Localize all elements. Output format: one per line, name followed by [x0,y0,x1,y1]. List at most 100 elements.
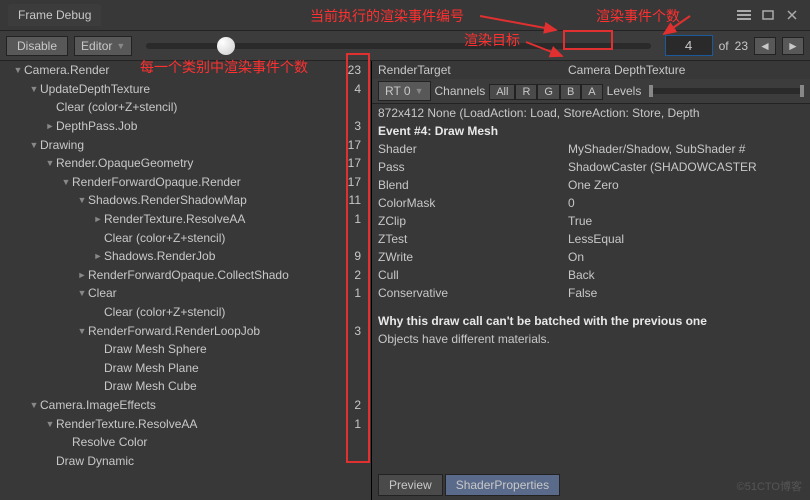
arrow-down-icon[interactable]: ▼ [28,84,40,94]
tree-label: RenderForwardOpaque.CollectShado [88,268,289,282]
tree-row[interactable]: ►DepthPass.Job3 [0,117,371,136]
arrow-down-icon[interactable]: ▼ [60,177,72,187]
tree-row[interactable]: ▼Camera.Render23 [0,61,371,80]
chevron-down-icon: ▼ [116,41,125,51]
slider-thumb[interactable] [217,37,235,55]
tree-label: RenderTexture.ResolveAA [104,212,245,226]
tree-label: Camera.Render [24,63,109,77]
maximize-icon[interactable] [758,7,778,23]
tree-row[interactable]: ►Shadows.RenderJob9 [0,247,371,266]
tree-count: 4 [339,82,367,96]
tree-label: Clear [88,286,117,300]
event-slider[interactable] [146,43,650,49]
tree-row[interactable]: ▼Drawing17 [0,135,371,154]
tree-row[interactable]: Draw Mesh Cube [0,377,371,396]
prop-row: BlendOne Zero [372,176,810,194]
tree-row[interactable]: ▼Camera.ImageEffects 2 [0,396,371,415]
arrow-down-icon[interactable]: ▼ [76,195,88,205]
of-label: of [719,39,729,53]
channel-g[interactable]: G [537,84,560,100]
menu-icon[interactable] [734,7,754,23]
chevron-down-icon: ▼ [415,86,424,96]
tree-row[interactable]: Clear (color+Z+stencil) [0,303,371,322]
arrow-down-icon[interactable]: ▼ [12,65,24,75]
arrow-right-icon[interactable]: ► [76,270,88,280]
tree-row[interactable]: ▼Render.OpaqueGeometry 17 [0,154,371,173]
tree-row[interactable]: ►RenderForwardOpaque.CollectShado 2 [0,266,371,285]
tree-count: 17 [339,175,367,189]
tree-count: 9 [339,249,367,263]
tab-shaderproperties[interactable]: ShaderProperties [445,474,560,496]
arrow-down-icon[interactable]: ▼ [28,140,40,150]
tree-label: Resolve Color [72,435,147,449]
arrow-down-icon[interactable]: ▼ [28,400,40,410]
tree-row[interactable]: Resolve Color [0,433,371,452]
tree-label: Clear (color+Z+stencil) [104,231,225,245]
tree-label: Shadows.RenderShadowMap [88,193,247,207]
channel-a[interactable]: A [581,84,602,100]
arrow-right-icon[interactable]: ► [44,121,56,131]
target-label: Editor [81,39,112,53]
tree-row[interactable]: ▼Clear 1 [0,284,371,303]
disable-button[interactable]: Disable [6,36,68,56]
prop-value: False [498,286,804,300]
event-index-field[interactable] [665,35,713,56]
tree-label: Draw Mesh Sphere [104,342,207,356]
tab-preview[interactable]: Preview [378,474,443,496]
tree-row[interactable]: ►RenderTexture.ResolveAA1 [0,210,371,229]
prop-row: CullBack [372,266,810,284]
arrow-down-icon[interactable]: ▼ [76,288,88,298]
arrow-down-icon[interactable]: ▼ [44,158,56,168]
close-icon[interactable] [782,7,802,23]
channel-all[interactable]: All [489,84,515,100]
tree-row[interactable]: Clear (color+Z+stencil) [0,228,371,247]
prop-key: ColorMask [378,196,498,210]
target-dropdown[interactable]: Editor ▼ [74,36,132,56]
arrow-right-icon[interactable]: ► [92,214,104,224]
tree-count: 2 [339,398,367,412]
tree-row[interactable]: ▼RenderForwardOpaque.Render17 [0,173,371,192]
tree-row[interactable]: ▼UpdateDepthTexture4 [0,80,371,99]
tree-label: Clear (color+Z+stencil) [104,305,225,319]
levels-label: Levels [607,84,642,98]
tree-row[interactable]: Draw Mesh Plane [0,359,371,378]
rendertarget-value: Camera DepthTexture [498,63,804,77]
tree-row[interactable]: ▼Shadows.RenderShadowMap11 [0,191,371,210]
tree-row[interactable]: Clear (color+Z+stencil) [0,98,371,117]
channel-r[interactable]: R [515,84,537,100]
tree-row[interactable]: ▼RenderForward.RenderLoopJob3 [0,321,371,340]
prop-value: LessEqual [498,232,804,246]
tree-count: 17 [339,156,367,170]
tree-label: RenderForward.RenderLoopJob [88,324,260,338]
tree-label: Render.OpaqueGeometry [56,156,193,170]
tree-label: Drawing [40,138,84,152]
prop-key: Conservative [378,286,498,300]
next-button[interactable]: ► [782,37,804,55]
rendertarget-label: RenderTarget [378,63,498,77]
channel-b[interactable]: B [560,84,581,100]
tree-row[interactable]: Draw Mesh Sphere [0,340,371,359]
levels-slider[interactable] [649,88,804,94]
prop-value: True [498,214,804,228]
prop-row: ZWriteOn [372,248,810,266]
tree-row[interactable]: Draw Dynamic [0,451,371,470]
prop-key: Blend [378,178,498,192]
prop-row: ZTestLessEqual [372,230,810,248]
prev-button[interactable]: ◄ [754,37,776,55]
prop-value: On [498,250,804,264]
tree-label: Camera.ImageEffects [40,398,156,412]
prop-value: ShadowCaster (SHADOWCASTER [498,160,804,174]
rt-dropdown[interactable]: RT 0▼ [378,81,431,101]
event-tree[interactable]: ▼Camera.Render23▼UpdateDepthTexture4Clea… [0,61,372,500]
tree-row[interactable]: ▼RenderTexture.ResolveAA1 [0,414,371,433]
arrow-down-icon[interactable]: ▼ [44,419,56,429]
tree-label: Draw Mesh Cube [104,379,197,393]
window-tab[interactable]: Frame Debug [8,4,101,26]
prop-key: ZClip [378,214,498,228]
tree-count: 1 [339,286,367,300]
tree-count: 2 [339,268,367,282]
arrow-right-icon[interactable]: ► [92,251,104,261]
arrow-down-icon[interactable]: ▼ [76,326,88,336]
tree-label: Draw Dynamic [56,454,134,468]
prop-key: ZTest [378,232,498,246]
